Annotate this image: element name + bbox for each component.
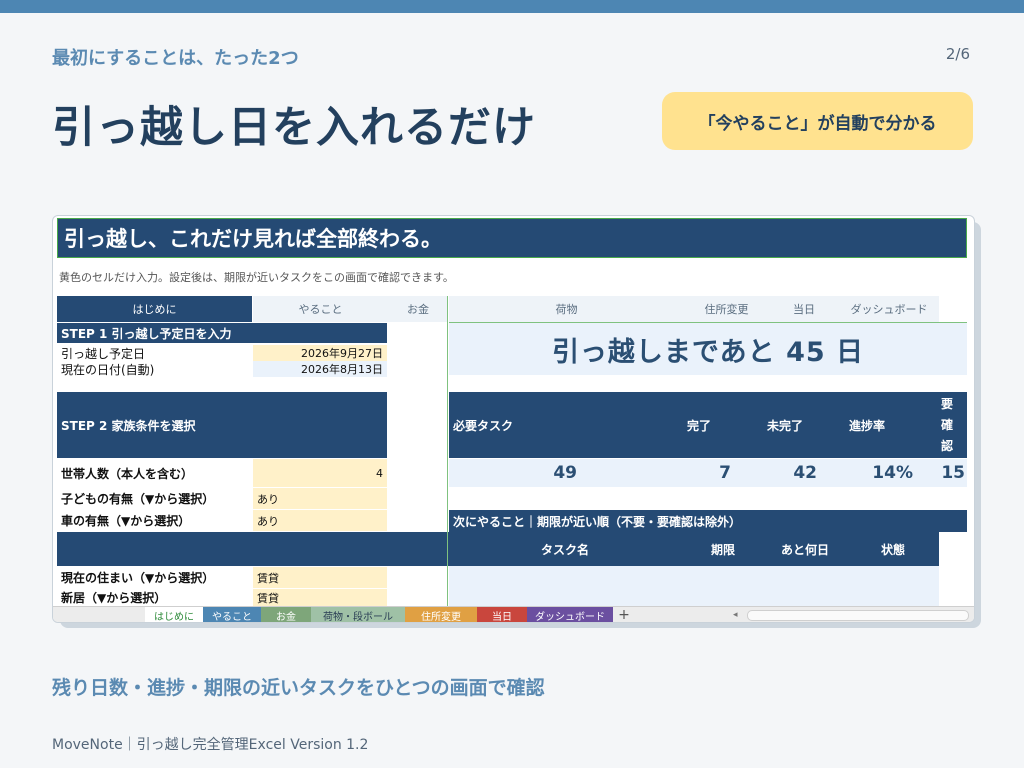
gridline-vertical (447, 296, 448, 606)
today-value: 2026年8月13日 (253, 361, 387, 377)
next-tasks-list (449, 566, 939, 606)
sheet-note: 黄色のセルだけ入力。設定後は、期限が近いタスクをこの画面で確認できます。 (59, 271, 454, 284)
col-days-left: あと何日 (781, 542, 830, 557)
footer: MoveNote｜引っ越し完全管理Excel Version 1.2 (52, 737, 369, 753)
sheet-tab-nimotsu[interactable]: 荷物・段ボール (311, 607, 405, 622)
tab-hajimeni[interactable]: はじめに (57, 296, 252, 322)
slide-headline: 引っ越し日を入れるだけ (52, 103, 536, 153)
bottom-caption: 残り日数・進捗・期限の近いタスクをひとつの画面で確認 (52, 677, 545, 699)
car-label: 車の有無（▼から選択） (61, 514, 191, 528)
gridline-horizontal (449, 322, 967, 323)
stat-header-remaining: 未完了 (767, 418, 804, 433)
stat-header-required: 必要タスク (453, 418, 514, 433)
col-deadline: 期限 (711, 542, 736, 557)
sheet-tab-hajimeni[interactable]: はじめに (145, 607, 203, 622)
col-task-name: タスク名 (541, 542, 590, 557)
callout-badge: 「今やること」が自動で分かる (662, 92, 973, 150)
household-label: 世帯人数（本人を含む） (61, 466, 194, 481)
children-select[interactable]: あり (253, 488, 387, 509)
tab-tojitsu[interactable]: 当日 (769, 296, 839, 322)
add-sheet-icon[interactable]: + (615, 607, 633, 622)
next-tasks-columns: タスク名 期限 あと何日 状態 (449, 532, 939, 566)
move-date-label: 引っ越し予定日 (61, 346, 146, 361)
new-home-select[interactable]: 賃貸 (253, 589, 387, 606)
tab-okane[interactable]: お金 (388, 296, 448, 322)
stat-remaining: 42 (793, 463, 817, 483)
stat-header-done: 完了 (687, 418, 712, 433)
sheet-tab-jusho[interactable]: 住所変更 (405, 607, 477, 622)
tab-nimotsu[interactable]: 荷物 (449, 296, 684, 322)
current-home-select[interactable]: 賃貸 (253, 567, 387, 588)
household-input[interactable]: 4 (253, 459, 387, 487)
slide-subtitle: 最初にすることは、たった2つ (52, 48, 299, 69)
stat-header-progress: 進捗率 (849, 418, 886, 433)
step1-header: STEP 1 引っ越し予定日を入力 (57, 323, 387, 343)
stat-done: 7 (719, 463, 731, 483)
stat-header-review: 要確認 (941, 396, 954, 453)
next-tasks-title: 次にやること｜期限が近い順（不要・要確認は除外） (449, 510, 967, 532)
col-status: 状態 (881, 542, 906, 557)
tab-dashboard[interactable]: ダッシュボード (839, 296, 939, 322)
car-select[interactable]: あり (253, 510, 387, 531)
today-label: 現在の日付(自動) (61, 362, 155, 377)
step2-band (57, 532, 449, 566)
top-accent-bar (0, 0, 1024, 13)
excel-screenshot: 引っ越し、これだけ見れば全部終わる。 黄色のセルだけ入力。設定後は、期限が近いタ… (52, 215, 975, 623)
sheet-tab-tojitsu[interactable]: 当日 (477, 607, 527, 622)
move-date-input[interactable]: 2026年9月27日 (253, 345, 387, 361)
stats-values: 49 7 42 14% 15 (449, 459, 967, 487)
sheet-tab-dashboard[interactable]: ダッシュボード (527, 607, 613, 622)
countdown-display: 引っ越しまであと 45 日 (449, 323, 967, 375)
tab-yarukoto[interactable]: やること (253, 296, 388, 322)
scroll-left-icon[interactable]: ◂ (733, 610, 743, 620)
children-label: 子どもの有無（▼から選択） (61, 492, 215, 506)
page-number: 2/6 (945, 45, 970, 63)
sheet-title: 引っ越し、これだけ見れば全部終わる。 (57, 218, 967, 258)
horizontal-scrollbar[interactable] (747, 610, 969, 621)
current-home-label: 現在の住まい（▼から選択） (61, 571, 215, 585)
stat-progress: 14% (872, 463, 913, 483)
sheet-tab-okane[interactable]: お金 (261, 607, 311, 622)
sheet-tab-yarukoto[interactable]: やること (203, 607, 261, 622)
stat-review: 15 (941, 463, 965, 483)
stat-required: 49 (553, 463, 577, 483)
sheet-tab-bar: はじめに やること お金 荷物・段ボール 住所変更 当日 ダッシュボード + ◂ (53, 606, 974, 622)
tab-jusho-henko[interactable]: 住所変更 (684, 296, 769, 322)
new-home-label: 新居（▼から選択） (61, 591, 167, 605)
stats-header: 必要タスク 完了 未完了 進捗率 要確認 (449, 392, 967, 458)
step2-header: STEP 2 家族条件を選択 (57, 392, 387, 458)
